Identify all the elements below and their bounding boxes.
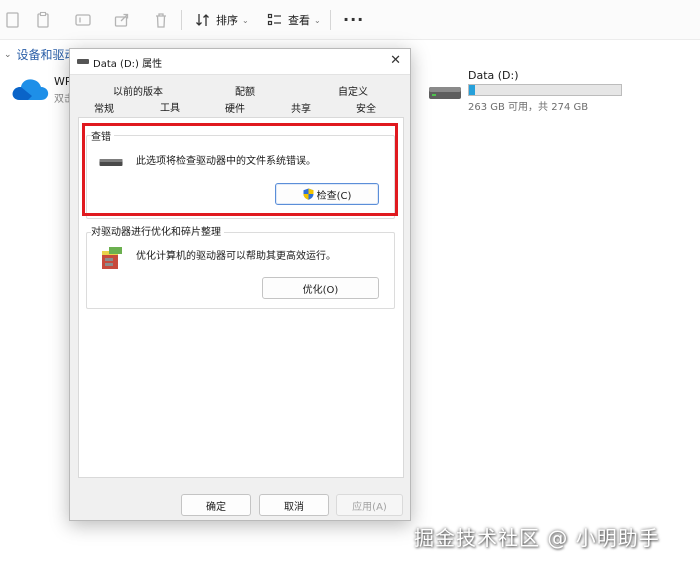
tab-tools[interactable]: 工具 — [160, 99, 180, 114]
sort-icon — [196, 14, 209, 26]
drive-d-usage-bar — [468, 84, 622, 96]
view-label: 查看 — [288, 14, 310, 27]
ok-button[interactable]: 确定 — [181, 494, 251, 516]
tab-general[interactable]: 常规 — [94, 100, 114, 115]
rename-icon[interactable] — [74, 11, 92, 29]
view-icon — [267, 13, 281, 26]
watermark-text: 掘金技术社区 @ 小明助手 — [414, 526, 660, 550]
sort-label: 排序 — [216, 14, 238, 27]
more-options-button[interactable]: ··· — [343, 10, 364, 29]
sort-button[interactable]: 排序 ⌄ — [195, 10, 249, 30]
toolbar-divider — [330, 10, 331, 30]
drive-title-icon — [77, 59, 89, 64]
optimize-title: 对驱动器进行优化和碎片整理 — [91, 223, 224, 238]
tab-sharing[interactable]: 共享 — [291, 100, 311, 115]
view-button[interactable]: 查看 ⌄ — [267, 10, 321, 30]
chevron-down-icon: ⌄ — [4, 49, 12, 60]
paste-icon[interactable] — [34, 11, 52, 29]
optimize-button[interactable]: 优化(O) — [262, 277, 379, 299]
chevron-down-icon: ⌄ — [314, 15, 321, 25]
close-icon[interactable]: ✕ — [390, 53, 401, 68]
tab-previous-versions[interactable]: 以前的版本 — [113, 83, 163, 98]
onedrive-cloud-icon[interactable] — [10, 74, 50, 104]
apply-button[interactable]: 应用(A) — [336, 494, 403, 516]
tab-security[interactable]: 安全 — [356, 100, 376, 115]
drive-d-free-space: 263 GB 可用，共 274 GB — [468, 102, 589, 113]
drive-properties-dialog: Data (D:) 属性 ✕ 以前的版本 配额 自定义 常规 工具 硬件 共享 … — [69, 48, 411, 521]
drive-d-usage-fill — [469, 85, 476, 95]
optimize-description: 优化计算机的驱动器可以帮助其更高效运行。 — [136, 251, 336, 262]
chevron-down-icon: ⌄ — [242, 15, 249, 25]
delete-icon[interactable] — [152, 11, 170, 29]
highlight-annotation-box — [82, 123, 398, 216]
tab-quota[interactable]: 配额 — [235, 83, 255, 98]
cancel-button[interactable]: 取消 — [259, 494, 329, 516]
dialog-title-bar[interactable]: Data (D:) 属性 ✕ — [70, 49, 410, 75]
dialog-title: Data (D:) 属性 — [93, 59, 163, 70]
hard-drive-icon[interactable] — [428, 84, 462, 102]
share-icon[interactable] — [113, 11, 131, 29]
tab-hardware[interactable]: 硬件 — [225, 100, 245, 115]
new-item-icon[interactable] — [4, 11, 22, 29]
dialog-tabs: 以前的版本 配额 自定义 常规 工具 硬件 共享 安全 — [70, 75, 410, 117]
drive-d-name[interactable]: Data (D:) — [468, 69, 519, 82]
defragment-icon — [102, 247, 122, 269]
toolbar-divider — [181, 10, 182, 30]
explorer-toolbar: 排序 ⌄ 查看 ⌄ ··· — [0, 0, 700, 40]
tab-customize[interactable]: 自定义 — [338, 83, 368, 98]
